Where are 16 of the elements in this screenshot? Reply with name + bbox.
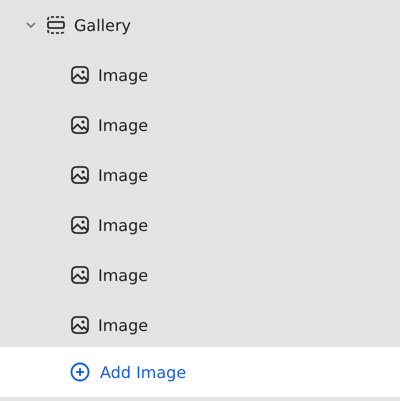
- tree-item-label[interactable]: Image: [98, 266, 148, 284]
- plus-circle-icon: [70, 362, 90, 382]
- tree-item-label[interactable]: Image: [98, 216, 148, 234]
- image-icon: [70, 265, 90, 285]
- tree-item-label[interactable]: Gallery: [74, 16, 131, 34]
- tree-item-label[interactable]: Image: [98, 116, 148, 134]
- add-image-button[interactable]: Add Image: [70, 362, 186, 382]
- image-icon: [70, 215, 90, 235]
- tree-item-label[interactable]: Image: [98, 166, 148, 184]
- image-icon: [70, 165, 90, 185]
- image-icon: [70, 115, 90, 135]
- section-icon: [46, 15, 66, 35]
- image-icon: [70, 65, 90, 85]
- image-icon: [70, 315, 90, 335]
- tree-item-label[interactable]: Image: [98, 316, 148, 334]
- tree-item-label[interactable]: Image: [98, 66, 148, 84]
